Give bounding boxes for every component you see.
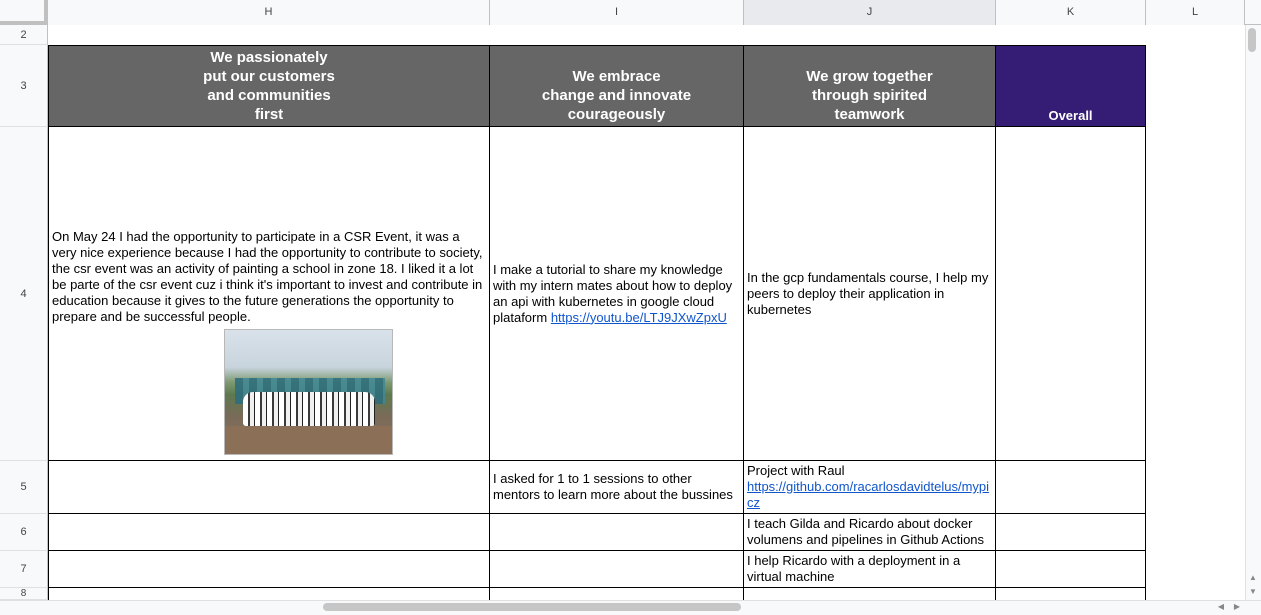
header-grow-together[interactable]: We grow together through spirited teamwo… [744, 45, 996, 127]
cell-h4-text: On May 24 I had the opportunity to parti… [52, 229, 483, 324]
scroll-right-icon[interactable]: ▶ [1231, 601, 1243, 613]
cell-j4-text: In the gcp fundamentals course, I help m… [747, 269, 989, 317]
csr-event-photo [224, 329, 393, 455]
cell-k5[interactable] [996, 461, 1146, 514]
column-header-l[interactable]: L [1146, 0, 1245, 25]
vertical-scrollbar[interactable] [1245, 25, 1261, 600]
scroll-down-icon[interactable]: ▼ [1247, 586, 1259, 598]
cell-h5[interactable] [48, 461, 490, 514]
cell-j6-text: I teach Gilda and Ricardo about docker v… [747, 516, 985, 547]
cell-h8[interactable] [48, 588, 490, 600]
row-header-3[interactable]: 3 [0, 45, 48, 127]
row-header-6[interactable]: 6 [0, 514, 48, 551]
cell-h6[interactable] [48, 514, 490, 551]
vertical-scroll-thumb[interactable] [1248, 28, 1256, 52]
cell-j5[interactable]: Project with Raul https://github.com/rac… [744, 461, 996, 514]
cell-i4-content: I make a tutorial to share my knowledge … [493, 262, 740, 326]
cell-k8[interactable] [996, 588, 1146, 600]
cell-i6[interactable] [490, 514, 744, 551]
row-header-8[interactable]: 8 [0, 588, 48, 600]
row-header-4[interactable]: 4 [0, 127, 48, 461]
youtube-tutorial-link[interactable]: https://youtu.be/LTJ9JXwZpxU [551, 310, 727, 325]
cell-k4[interactable] [996, 127, 1146, 461]
row-header-5[interactable]: 5 [0, 461, 48, 514]
header-overall[interactable]: Overall [996, 45, 1146, 127]
cell-k6[interactable] [996, 514, 1146, 551]
cell-j7[interactable]: I help Ricardo with a deployment in a vi… [744, 551, 996, 588]
scroll-left-icon[interactable]: ◀ [1215, 601, 1227, 613]
cell-h7[interactable] [48, 551, 490, 588]
header-embrace-change[interactable]: We embrace change and innovate courageou… [490, 45, 744, 127]
cell-k7[interactable] [996, 551, 1146, 588]
cell-j5-text: Project with Raul [747, 463, 845, 478]
header-customers-first[interactable]: We passionately put our customers and co… [48, 45, 490, 127]
row-header-7[interactable]: 7 [0, 551, 48, 588]
column-header-i[interactable]: I [490, 0, 744, 25]
cell-j7-text: I help Ricardo with a deployment in a vi… [747, 553, 961, 584]
horizontal-scroll-thumb[interactable] [323, 603, 741, 611]
github-project-link[interactable]: https://github.com/racarlosdavidtelus/my… [747, 479, 992, 511]
column-header-k[interactable]: K [996, 0, 1146, 25]
scroll-up-icon[interactable]: ▲ [1247, 572, 1259, 584]
cell-i5[interactable]: I asked for 1 to 1 sessions to other men… [490, 461, 744, 514]
cell-i7[interactable] [490, 551, 744, 588]
cell-i4[interactable]: I make a tutorial to share my knowledge … [490, 127, 744, 461]
cell-h4[interactable]: On May 24 I had the opportunity to parti… [48, 127, 490, 461]
column-header-j[interactable]: J [744, 0, 996, 25]
cell-i5-text: I asked for 1 to 1 sessions to other men… [493, 471, 733, 502]
select-all-corner[interactable] [0, 0, 48, 25]
cell-j8[interactable] [744, 588, 996, 600]
column-header-h[interactable]: H [48, 0, 490, 25]
cell-i8[interactable] [490, 588, 744, 600]
cell-j6[interactable]: I teach Gilda and Ricardo about docker v… [744, 514, 996, 551]
cell-j4[interactable]: In the gcp fundamentals course, I help m… [744, 127, 996, 461]
row-header-2[interactable]: 2 [0, 25, 48, 45]
cell-j5-content: Project with Raul https://github.com/rac… [747, 463, 992, 511]
